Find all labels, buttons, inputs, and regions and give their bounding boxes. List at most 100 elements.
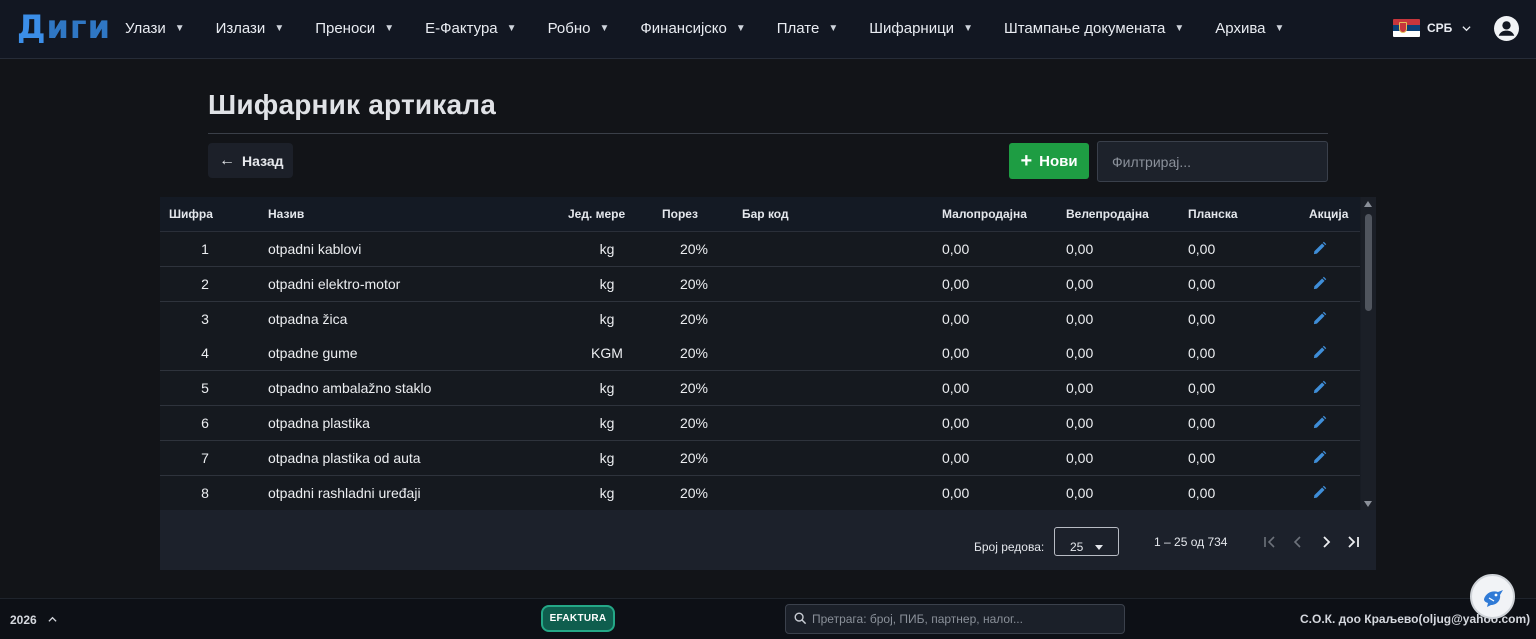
pencil-edit-icon[interactable] (1312, 485, 1327, 500)
col-header-code[interactable]: Шифра (169, 207, 213, 221)
cell-wholesale-price: 0,00 (1066, 241, 1094, 257)
nav-menu-item[interactable]: Финансијско ▼ (640, 20, 745, 37)
scroll-up-icon[interactable] (1364, 201, 1372, 207)
cell-tax: 20% (679, 310, 709, 327)
rows-per-page-label: Број редова: (974, 540, 1045, 554)
efaktura-badge[interactable]: EFAKTURA (541, 605, 615, 632)
nav-menu-item[interactable]: Робно ▼ (548, 20, 610, 37)
caret-down-icon: ▼ (735, 23, 746, 34)
nav-menu-item[interactable]: Преноси ▼ (315, 20, 394, 37)
nav-menu-item[interactable]: Шифарници ▼ (869, 20, 973, 37)
cell-code: 7 (201, 449, 209, 466)
col-header-tax[interactable]: Порез (662, 207, 698, 221)
pencil-edit-icon[interactable] (1312, 415, 1327, 430)
articles-table: Шифра Назив Јед. мере Порез Бар код Мало… (160, 197, 1376, 570)
cell-wholesale-price: 0,00 (1066, 310, 1094, 327)
cell-code: 4 (201, 345, 209, 362)
table-row[interactable]: 1 otpadni kablovi kg 20% 0,00 0,00 0,00 (160, 232, 1360, 267)
first-page-icon[interactable] (1261, 533, 1279, 551)
cell-retail-price: 0,00 (942, 275, 970, 292)
pencil-edit-icon[interactable] (1312, 311, 1327, 326)
nav-menu-item[interactable]: Улази ▼ (125, 20, 185, 37)
pencil-edit-icon[interactable] (1312, 345, 1327, 360)
assistant-bot-icon[interactable] (1470, 574, 1515, 619)
new-button[interactable]: + Нови (1009, 143, 1089, 179)
back-button[interactable]: ← Назад (208, 143, 293, 178)
new-button-label: Нови (1039, 152, 1078, 170)
language-selector[interactable]: СРБ (1393, 19, 1471, 37)
cell-retail-price: 0,00 (942, 380, 970, 397)
nav-menu-item[interactable]: Штампање докумената ▼ (1004, 20, 1184, 37)
account-circle-icon[interactable] (1494, 16, 1519, 41)
cell-wholesale-price: 0,00 (1066, 345, 1094, 362)
col-header-retail[interactable]: Малопродајна (942, 207, 1027, 221)
table-scrollbar[interactable] (1361, 197, 1376, 510)
cell-name: otpadno ambalažno staklo (268, 380, 432, 397)
last-page-icon[interactable] (1344, 533, 1362, 551)
cell-planned-price: 0,00 (1188, 345, 1216, 362)
cell-retail-price: 0,00 (942, 415, 970, 431)
nav-menu-label: Плате (776, 20, 820, 37)
table-row[interactable]: 8 otpadni rashladni uređaji kg 20% 0,00 0,00 0… (160, 475, 1360, 510)
rows-per-page-select[interactable]: 25 (1054, 527, 1119, 556)
cell-name: otpadni rashladni uređaji (268, 484, 421, 501)
caret-down-icon: ▼ (1174, 23, 1185, 34)
page-range-label: 1 – 25 од 734 (1154, 535, 1228, 549)
pencil-edit-icon[interactable] (1312, 276, 1327, 291)
pencil-edit-icon[interactable] (1312, 380, 1327, 395)
table-row[interactable]: 7 otpadna plastika od auta kg 20% 0,00 0,00 0,… (160, 440, 1360, 476)
caret-down-icon: ▼ (384, 23, 395, 34)
col-header-barcode[interactable]: Бар код (742, 207, 789, 221)
year-selector[interactable]: 2026 (10, 613, 57, 627)
app-logo[interactable]: Диги (17, 8, 111, 46)
nav-menu-item[interactable]: Плате ▼ (777, 20, 839, 37)
col-header-planned[interactable]: Планска (1188, 207, 1238, 221)
chevron-down-icon (1462, 25, 1471, 31)
cell-unit: kg (599, 484, 615, 501)
cell-unit: kg (599, 415, 615, 431)
nav-menu-item[interactable]: Архива ▼ (1215, 20, 1284, 37)
cell-retail-price: 0,00 (942, 449, 970, 466)
pencil-edit-icon[interactable] (1312, 450, 1327, 465)
cell-tax: 20% (679, 415, 709, 431)
caret-down-icon: ▼ (274, 23, 285, 34)
serbian-flag-icon (1393, 19, 1420, 37)
previous-page-icon[interactable] (1289, 533, 1307, 551)
cell-unit: kg (599, 449, 615, 466)
cell-planned-price: 0,00 (1188, 449, 1216, 466)
cell-wholesale-price: 0,00 (1066, 484, 1094, 501)
nav-menu-label: Штампање докумената (1003, 20, 1166, 37)
cell-name: otpadna plastika (268, 415, 370, 431)
scroll-thumb[interactable] (1365, 214, 1372, 311)
scroll-down-icon[interactable] (1364, 501, 1372, 507)
cell-planned-price: 0,00 (1188, 415, 1216, 431)
table-row[interactable]: 6 otpadna plastika kg 20% 0,00 0,00 0,00 (160, 406, 1360, 441)
col-header-wholesale[interactable]: Велепродајна (1066, 207, 1149, 221)
cell-wholesale-price: 0,00 (1066, 415, 1094, 431)
table-body: 1 otpadni kablovi kg 20% 0,00 0,00 0,00 2 otpadn… (160, 232, 1360, 510)
nav-menu-item[interactable]: Излази ▼ (216, 20, 285, 37)
table-row[interactable]: 3 otpadna žica kg 20% 0,00 0,00 0,00 (160, 301, 1360, 337)
cell-wholesale-price: 0,00 (1066, 275, 1094, 292)
table-row[interactable]: 5 otpadno ambalažno staklo kg 20% 0,00 0,00 0,… (160, 371, 1360, 407)
nav-menu-item[interactable]: Е-Фактура ▼ (425, 20, 516, 37)
table-row[interactable]: 4 otpadne gume KGM 20% 0,00 0,00 0,00 (160, 336, 1360, 372)
cell-name: otpadna žica (268, 310, 348, 327)
filter-input[interactable] (1097, 141, 1328, 182)
nav-menu-label: Улази (125, 20, 166, 37)
pencil-edit-icon[interactable] (1312, 241, 1327, 256)
nav-menu-label: Е-Фактура (425, 20, 498, 37)
cell-retail-price: 0,00 (942, 484, 970, 501)
plus-icon: + (1020, 149, 1033, 172)
col-header-unit[interactable]: Јед. мере (568, 207, 625, 221)
cell-name: otpadni kablovi (268, 241, 362, 257)
nav-menu-label: Робно (547, 20, 591, 37)
caret-down-icon: ▼ (599, 23, 610, 34)
col-header-name[interactable]: Назив (268, 207, 304, 221)
cell-planned-price: 0,00 (1188, 310, 1216, 327)
table-row[interactable]: 2 otpadni elektro-motor kg 20% 0,00 0,00 0,00 (160, 266, 1360, 302)
chevron-up-icon (48, 616, 57, 622)
year-value: 2026 (10, 613, 37, 627)
global-search-input[interactable] (785, 604, 1125, 634)
next-page-icon[interactable] (1317, 533, 1335, 551)
